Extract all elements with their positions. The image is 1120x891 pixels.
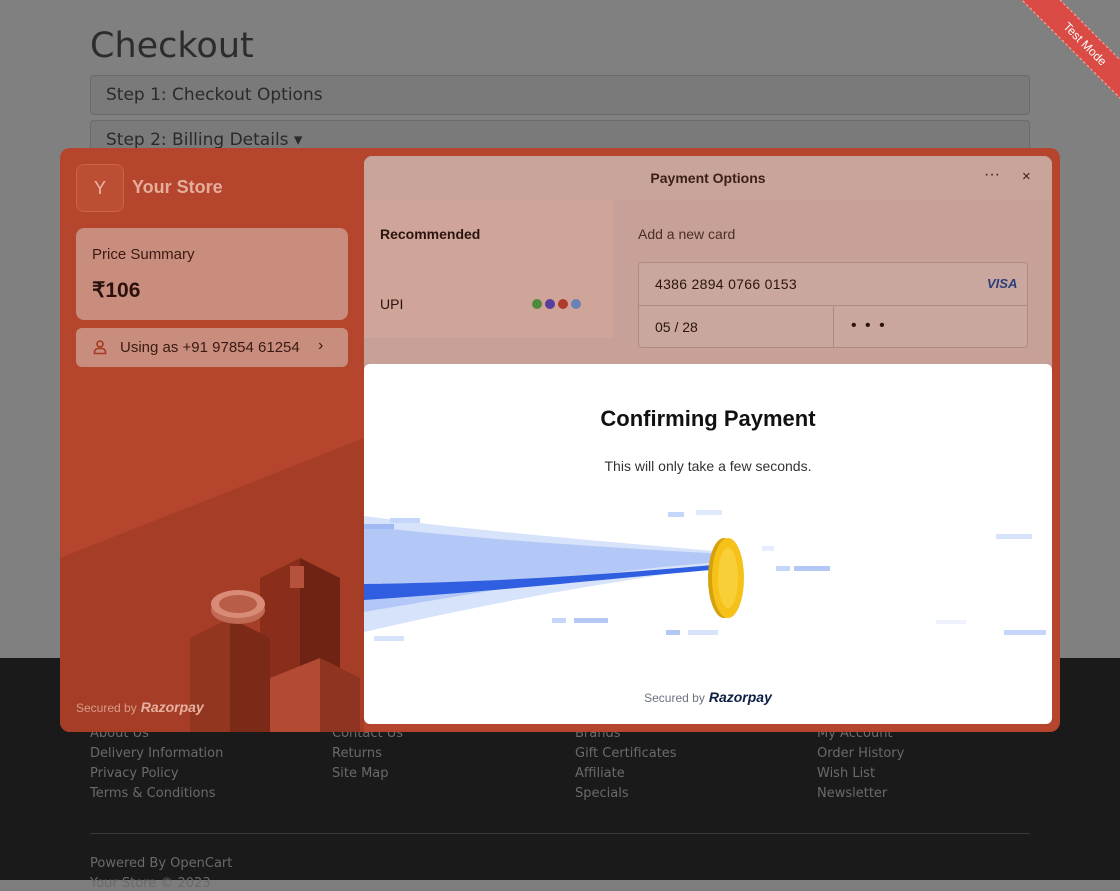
footer-link[interactable]: Specials bbox=[575, 784, 677, 804]
secured-by-footer: Secured by Razorpay bbox=[364, 689, 1052, 705]
secured-by-label: Secured by bbox=[644, 691, 705, 705]
close-icon[interactable]: × bbox=[1022, 168, 1031, 185]
more-options-icon[interactable]: ··· bbox=[984, 166, 1000, 184]
page-title: Checkout bbox=[90, 26, 254, 66]
payment-options-header: Payment Options ··· × bbox=[364, 156, 1052, 200]
price-amount: ₹106 bbox=[92, 279, 141, 302]
razorpay-logo: Razorpay bbox=[140, 699, 204, 715]
footer-link[interactable]: Wish List bbox=[817, 764, 904, 784]
card-expiry-field[interactable]: 05 / 28 bbox=[655, 319, 698, 335]
footer-link[interactable]: Affiliate bbox=[575, 764, 677, 784]
razorpay-logo: Razorpay bbox=[708, 689, 772, 705]
chevron-right-icon: › bbox=[318, 337, 324, 354]
price-summary-label: Price Summary bbox=[92, 246, 195, 263]
card-form-divider bbox=[833, 305, 834, 347]
upi-option[interactable]: UPI bbox=[380, 296, 403, 312]
store-name: Your Store bbox=[132, 177, 223, 197]
step-checkout-options[interactable]: Step 1: Checkout Options bbox=[90, 75, 1030, 115]
bhim-icon bbox=[571, 299, 581, 309]
footer-link[interactable]: Terms & Conditions bbox=[90, 784, 223, 804]
store-logo: Y bbox=[76, 164, 124, 212]
phonepe-icon bbox=[545, 299, 555, 309]
secured-by-footer: Secured by Razorpay bbox=[76, 699, 204, 715]
payment-options-title: Payment Options bbox=[650, 170, 766, 186]
buildings-illustration bbox=[190, 558, 360, 732]
card-number-field[interactable]: 4386 2894 0766 0153 bbox=[655, 276, 797, 292]
checkout-sidebar: Y Your Store Price Summary ₹106 Using as… bbox=[60, 148, 364, 732]
footer-link[interactable]: Privacy Policy bbox=[90, 764, 223, 784]
payment-transfer-animation bbox=[364, 510, 1046, 641]
footer-column-information: About Us Delivery Information Privacy Po… bbox=[90, 724, 223, 804]
footer-divider bbox=[90, 833, 1030, 834]
footer-link[interactable]: Delivery Information bbox=[90, 744, 223, 764]
footer-column-extras: Brands Gift Certificates Affiliate Speci… bbox=[575, 724, 677, 804]
contact-label: Using as +91 97854 61254 bbox=[120, 339, 300, 356]
footer-column-account: My Account Order History Wish List Newsl… bbox=[817, 724, 904, 804]
recommended-heading: Recommended bbox=[380, 226, 481, 242]
gpay-icon bbox=[532, 299, 542, 309]
confirming-subtitle: This will only take a few seconds. bbox=[604, 458, 812, 474]
footer-link[interactable]: Order History bbox=[817, 744, 904, 764]
contact-selector[interactable]: Using as +91 97854 61254 › bbox=[76, 328, 348, 367]
footer-column-service: Contact Us Returns Site Map bbox=[332, 724, 403, 784]
add-card-heading: Add a new card bbox=[638, 226, 736, 242]
card-cvv-field[interactable]: • • • bbox=[851, 317, 887, 335]
powered-by: Powered By OpenCart bbox=[90, 856, 233, 871]
price-summary-card: Price Summary ₹106 bbox=[76, 228, 348, 320]
footer-link[interactable]: Gift Certificates bbox=[575, 744, 677, 764]
paytm-icon bbox=[558, 299, 568, 309]
step-label: Step 1: Checkout Options bbox=[106, 85, 323, 105]
upi-app-icons bbox=[532, 296, 584, 314]
copyright: Your Store © 2023 bbox=[90, 876, 211, 891]
footer-link[interactable]: Returns bbox=[332, 744, 403, 764]
visa-icon: VISA bbox=[987, 276, 1018, 291]
card-form: 4386 2894 0766 0153 VISA 05 / 28 • • • bbox=[638, 262, 1028, 348]
confirming-payment-dialog: Confirming Payment This will only take a… bbox=[364, 364, 1052, 724]
confirming-title: Confirming Payment bbox=[600, 406, 816, 431]
step-label: Step 2: Billing Details ▾ bbox=[106, 130, 303, 150]
user-icon bbox=[93, 340, 107, 355]
footer-link[interactable]: Newsletter bbox=[817, 784, 904, 804]
footer-link[interactable]: Site Map bbox=[332, 764, 403, 784]
secured-by-label: Secured by bbox=[76, 701, 137, 715]
payment-methods-list: Recommended UPI bbox=[364, 200, 613, 338]
